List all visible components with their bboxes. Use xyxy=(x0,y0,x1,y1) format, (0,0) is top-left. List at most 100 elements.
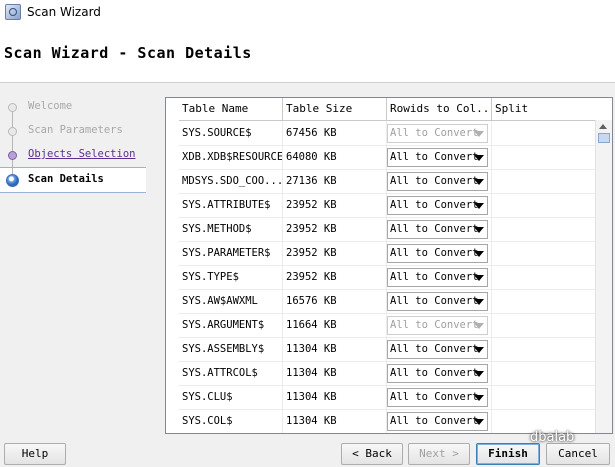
column-header-table-name[interactable]: Table Name xyxy=(179,98,283,120)
back-button[interactable]: < Back xyxy=(341,443,403,465)
dropdown-arrow-icon[interactable] xyxy=(474,395,484,401)
dropdown-selected-value: All to Convert xyxy=(390,343,479,355)
scroll-up-arrow-icon[interactable] xyxy=(599,124,607,129)
help-button-label: Help xyxy=(21,447,49,460)
cell-table-name: SYS.AW$AWXML xyxy=(179,289,283,313)
cell-table-size: 16576 KB xyxy=(283,289,387,313)
dropdown-arrow-icon[interactable] xyxy=(474,227,484,233)
finish-button[interactable]: Finish xyxy=(476,443,540,465)
table-row[interactable]: XDB.XDB$RESOURCE 64080 KB All to Convert xyxy=(179,145,596,170)
table-row[interactable]: SYS.TYPE$ 23952 KB All to Convert xyxy=(179,265,596,290)
cell-split[interactable] xyxy=(492,169,596,193)
dropdown-arrow-icon[interactable] xyxy=(474,371,484,377)
cell-table-size: 23952 KB xyxy=(283,217,387,241)
rowids-convert-dropdown[interactable]: All to Convert xyxy=(387,268,488,287)
dropdown-arrow-icon[interactable] xyxy=(474,347,484,353)
dropdown-selected-value: All to Convert xyxy=(390,199,479,211)
cell-rowids: All to Convert xyxy=(387,361,492,385)
column-header-table-size[interactable]: Table Size xyxy=(283,98,387,120)
cell-table-name: SYS.CLU$ xyxy=(179,385,283,409)
dropdown-arrow-icon[interactable] xyxy=(474,203,484,209)
column-header-split[interactable]: Split xyxy=(492,98,596,120)
cell-table-size: 23952 KB xyxy=(283,265,387,289)
cell-split[interactable] xyxy=(492,385,596,409)
table-row[interactable]: SYS.CLU$ 11304 KB All to Convert xyxy=(179,385,596,410)
wizard-step-label: Objects Selection xyxy=(28,148,136,160)
cell-split[interactable] xyxy=(492,313,596,337)
rowids-convert-dropdown[interactable]: All to Convert xyxy=(387,412,488,431)
dropdown-selected-value: All to Convert xyxy=(390,151,479,163)
dropdown-arrow-icon[interactable] xyxy=(474,299,484,305)
dropdown-selected-value: All to Convert xyxy=(390,127,479,139)
wizard-step-objects-selection[interactable]: Objects Selection xyxy=(0,143,146,167)
rowids-convert-dropdown[interactable]: All to Convert xyxy=(387,172,488,191)
rowids-convert-dropdown[interactable]: All to Convert xyxy=(387,148,488,167)
column-header-rowids[interactable]: Rowids to Col... xyxy=(387,98,492,120)
cell-rowids: All to Convert xyxy=(387,385,492,409)
cell-split[interactable] xyxy=(492,361,596,385)
cell-table-size: 67456 KB xyxy=(283,121,387,145)
cell-split[interactable] xyxy=(492,265,596,289)
cell-table-size: 11304 KB xyxy=(283,361,387,385)
table-row[interactable]: SYS.METHOD$ 23952 KB All to Convert xyxy=(179,217,596,242)
cell-split[interactable] xyxy=(492,145,596,169)
dropdown-selected-value: All to Convert xyxy=(390,271,479,283)
dropdown-selected-value: All to Convert xyxy=(390,295,479,307)
cell-rowids: All to Convert xyxy=(387,193,492,217)
dropdown-arrow-icon[interactable] xyxy=(474,131,484,137)
title-bar: Scan Wizard xyxy=(0,0,615,24)
wizard-steps: Welcome Scan Parameters Objects Selection S… xyxy=(0,95,146,425)
cell-rowids: All to Convert xyxy=(387,313,492,337)
cell-split[interactable] xyxy=(492,121,596,145)
cell-rowids: All to Convert xyxy=(387,217,492,241)
dropdown-arrow-icon[interactable] xyxy=(474,419,484,425)
current-step-icon xyxy=(6,174,19,187)
cell-rowids: All to Convert xyxy=(387,241,492,265)
cell-table-size: 11304 KB xyxy=(283,385,387,409)
table-row[interactable]: MDSYS.SDO_COO... 27136 KB All to Convert xyxy=(179,169,596,194)
table-row[interactable]: SYS.ATTRCOL$ 11304 KB All to Convert xyxy=(179,361,596,386)
dropdown-arrow-icon[interactable] xyxy=(474,275,484,281)
rowids-convert-dropdown[interactable]: All to Convert xyxy=(387,196,488,215)
cell-split[interactable] xyxy=(492,217,596,241)
scrollbar-thumb[interactable] xyxy=(598,133,610,143)
rowids-convert-dropdown[interactable]: All to Convert xyxy=(387,340,488,359)
rowids-convert-dropdown[interactable]: All to Convert xyxy=(387,316,488,335)
table-row[interactable]: SYS.PARAMETER$ 23952 KB All to Convert xyxy=(179,241,596,266)
window-title: Scan Wizard xyxy=(27,5,101,19)
table-row[interactable]: SYS.AW$AWXML 16576 KB All to Convert xyxy=(179,289,596,314)
wizard-body: Welcome Scan Parameters Objects Selection S… xyxy=(0,83,615,435)
rowids-convert-dropdown[interactable]: All to Convert xyxy=(387,292,488,311)
cell-split[interactable] xyxy=(492,241,596,265)
table-row[interactable]: SYS.ATTRIBUTE$ 23952 KB All to Convert xyxy=(179,193,596,218)
table-row[interactable]: SYS.ARGUMENT$ 11664 KB All to Convert xyxy=(179,313,596,338)
table-row[interactable]: SYS.SOURCE$ 67456 KB All to Convert xyxy=(179,121,596,146)
cell-table-size: 11304 KB xyxy=(283,409,387,433)
dropdown-arrow-icon[interactable] xyxy=(474,155,484,161)
cell-rowids: All to Convert xyxy=(387,409,492,433)
rowids-convert-dropdown[interactable]: All to Convert xyxy=(387,388,488,407)
help-button[interactable]: Help xyxy=(4,443,66,465)
step-dot-icon xyxy=(8,151,17,160)
scan-wizard-icon xyxy=(5,4,21,20)
rowids-convert-dropdown[interactable]: All to Convert xyxy=(387,244,488,263)
cell-table-name: SYS.ASSEMBLY$ xyxy=(179,337,283,361)
rowids-convert-dropdown[interactable]: All to Convert xyxy=(387,220,488,239)
vertical-scrollbar[interactable] xyxy=(595,120,612,433)
cell-rowids: All to Convert xyxy=(387,265,492,289)
dropdown-selected-value: All to Convert xyxy=(390,391,479,403)
cell-split[interactable] xyxy=(492,289,596,313)
next-button-label: Next > xyxy=(419,447,459,460)
next-button[interactable]: Next > xyxy=(408,443,470,465)
cell-split[interactable] xyxy=(492,337,596,361)
wizard-footer: Help < Back Next > Finish Cancel xyxy=(0,435,615,467)
table-row[interactable]: SYS.ASSEMBLY$ 11304 KB All to Convert xyxy=(179,337,596,362)
dropdown-arrow-icon[interactable] xyxy=(474,179,484,185)
wizard-step-label: Scan Parameters xyxy=(28,124,123,136)
rowids-convert-dropdown[interactable]: All to Convert xyxy=(387,124,488,143)
dropdown-arrow-icon[interactable] xyxy=(474,251,484,257)
cell-split[interactable] xyxy=(492,193,596,217)
cancel-button[interactable]: Cancel xyxy=(546,443,610,465)
rowids-convert-dropdown[interactable]: All to Convert xyxy=(387,364,488,383)
dropdown-arrow-icon[interactable] xyxy=(474,323,484,329)
